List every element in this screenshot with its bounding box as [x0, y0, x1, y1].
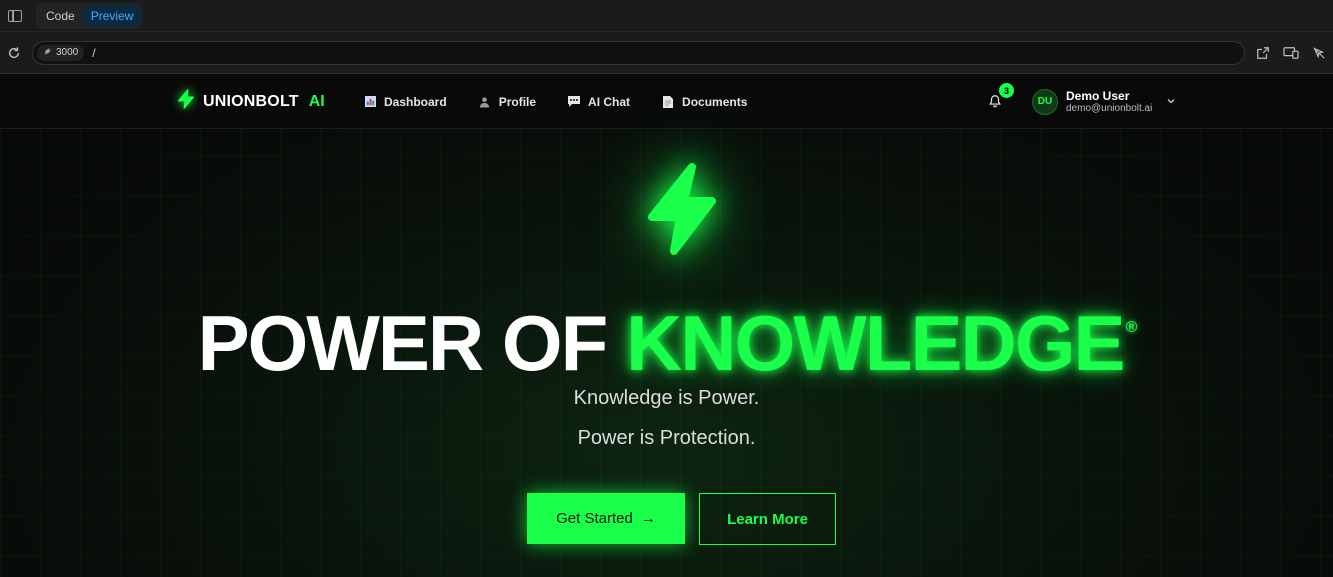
- url-path: /: [92, 45, 96, 60]
- user-menu[interactable]: DU Demo User demo@unionbolt.ai: [1032, 88, 1176, 115]
- tab-code[interactable]: Code: [38, 5, 83, 27]
- brand-logo[interactable]: UNIONBOLT AI: [175, 88, 325, 115]
- registered-mark: ®: [1125, 319, 1138, 336]
- get-started-label: Get Started: [556, 510, 633, 527]
- arrow-right-icon: →: [640, 510, 656, 527]
- headline-green: KNOWLEDGE: [625, 299, 1126, 387]
- notification-count-badge: 3: [999, 83, 1014, 98]
- user-info: Demo User demo@unionbolt.ai: [1066, 89, 1152, 114]
- nav-item-profile[interactable]: Profile: [479, 95, 536, 109]
- bolt-icon: [175, 88, 197, 115]
- nav-item-documents[interactable]: Documents: [662, 95, 747, 109]
- app-navbar: UNIONBOLT AI Dashboard Profile AI Chat D…: [0, 75, 1333, 129]
- sidebar-toggle-icon[interactable]: [8, 9, 22, 22]
- view-switcher: Code Preview: [36, 2, 144, 29]
- nav-item-label: AI Chat: [588, 94, 631, 109]
- headline-white: POWER OF: [197, 299, 609, 387]
- brand-accent: AI: [308, 92, 325, 110]
- chevron-down-icon: [1166, 93, 1176, 111]
- main-menu: Dashboard Profile AI Chat Documents: [364, 95, 747, 109]
- avatar: DU: [1032, 88, 1058, 115]
- nav-item-label: Profile: [498, 94, 537, 109]
- nav-item-ai-chat[interactable]: AI Chat: [568, 95, 630, 109]
- learn-more-button[interactable]: Learn More: [699, 493, 836, 545]
- port-chip[interactable]: 3000: [37, 44, 85, 61]
- get-started-button[interactable]: Get Started →: [527, 493, 685, 544]
- tab-preview[interactable]: Preview: [82, 4, 142, 27]
- hero-tagline-1: Knowledge is Power.: [573, 387, 760, 409]
- inspect-cursor-icon[interactable]: [1311, 45, 1327, 61]
- app-preview: UNIONBOLT AI Dashboard Profile AI Chat D…: [0, 75, 1333, 577]
- user-icon: [479, 96, 491, 108]
- hero-tagline-2: Power is Protection.: [577, 427, 756, 449]
- document-icon: [662, 95, 674, 108]
- brand-name: UNIONBOLT: [203, 92, 299, 110]
- reload-icon[interactable]: [6, 45, 22, 61]
- port-number: 3000: [56, 47, 79, 58]
- address-bar: 3000 /: [0, 32, 1333, 74]
- url-field[interactable]: 3000 /: [32, 40, 1245, 65]
- open-external-icon[interactable]: [1255, 45, 1271, 61]
- hero-headline: POWER OF KNOWLEDGE ®: [0, 285, 1333, 386]
- chat-icon: [568, 96, 581, 108]
- user-name: Demo User: [1066, 89, 1130, 103]
- address-actions: [1255, 45, 1327, 61]
- editor-toolbar: Code Preview: [0, 0, 1333, 32]
- responsive-view-icon[interactable]: [1283, 45, 1299, 61]
- plug-icon: [43, 47, 52, 59]
- hero-bolt-icon: [648, 163, 716, 255]
- nav-item-label: Documents: [682, 94, 748, 109]
- nav-item-label: Dashboard: [384, 94, 447, 109]
- user-email: demo@unionbolt.ai: [1066, 103, 1153, 114]
- nav-item-dashboard[interactable]: Dashboard: [364, 95, 447, 109]
- chart-icon: [364, 96, 376, 108]
